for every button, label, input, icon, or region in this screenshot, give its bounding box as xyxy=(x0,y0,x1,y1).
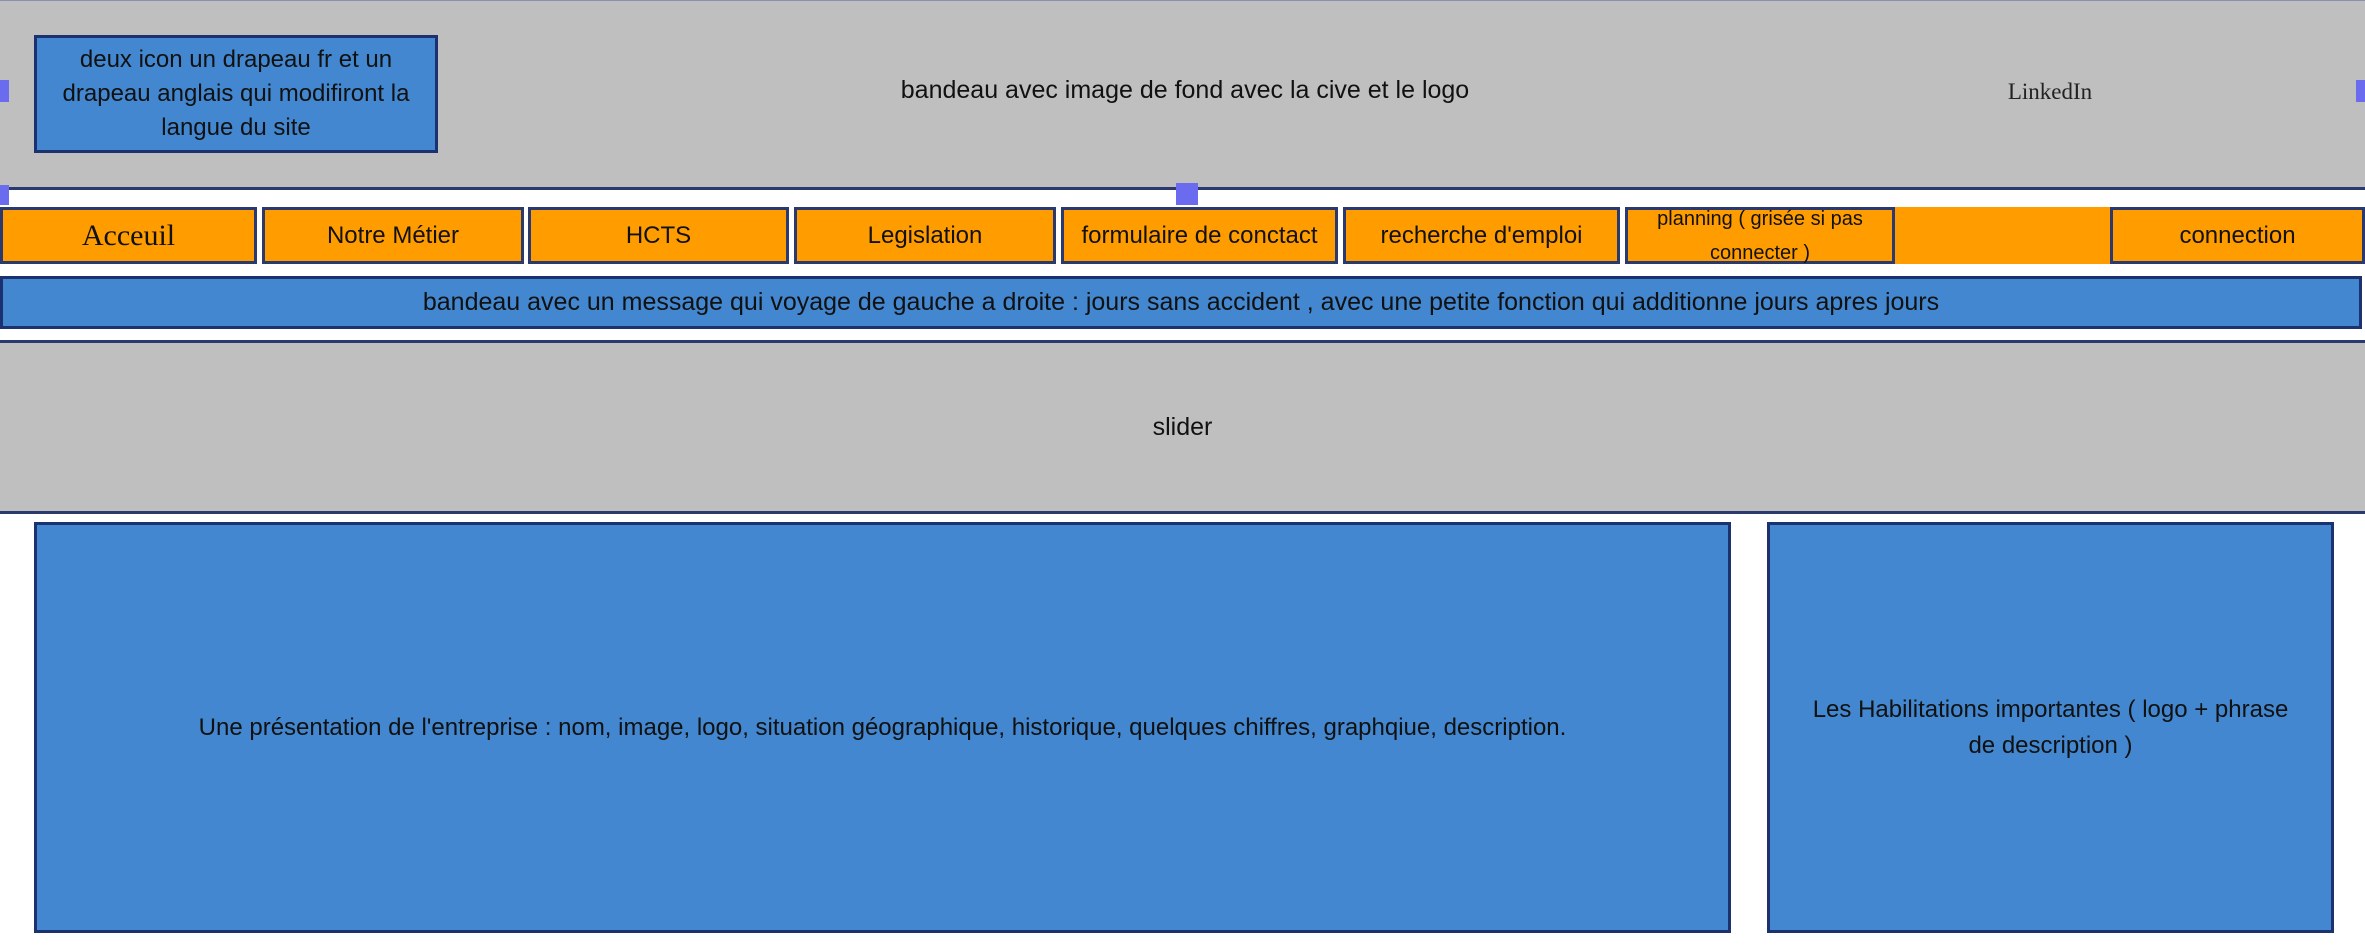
nav-item-job-search[interactable]: recherche d'emploi xyxy=(1343,207,1620,264)
header-title: bandeau avec image de fond avec la cive … xyxy=(900,75,1470,104)
nav-item-connection[interactable]: connection xyxy=(2110,207,2365,264)
image-slider[interactable]: slider xyxy=(0,340,2365,514)
nav-item-hcts[interactable]: HCTS xyxy=(528,207,789,264)
nav-item-contact-form[interactable]: formulaire de conctact xyxy=(1061,207,1338,264)
nav-item-acceuil[interactable]: Acceuil xyxy=(0,207,257,264)
linkedin-link[interactable]: LinkedIn xyxy=(1950,72,2150,112)
resize-handle[interactable] xyxy=(1176,183,1198,205)
resize-handle[interactable] xyxy=(2356,80,2365,102)
habilitations-section: Les Habilitations importantes ( logo + p… xyxy=(1767,522,2334,933)
nav-item-legislation[interactable]: Legislation xyxy=(794,207,1056,264)
language-flags-text: deux icon un drapeau fr et un drapeau an… xyxy=(62,46,410,141)
nav-item-notre-metier[interactable]: Notre Métier xyxy=(262,207,524,264)
nav-item-planning[interactable]: planning ( grisée si pas connecter ) xyxy=(1625,207,1895,264)
company-presentation-section: Une présentation de l'entreprise : nom, … xyxy=(34,522,1731,933)
nav-spacer xyxy=(1895,207,2110,264)
resize-handle[interactable] xyxy=(0,185,9,207)
resize-handle[interactable] xyxy=(0,80,9,102)
slider-label: slider xyxy=(1152,412,1213,441)
language-flags-placeholder[interactable]: deux icon un drapeau fr et un drapeau an… xyxy=(34,35,438,153)
scrolling-message-banner: bandeau avec un message qui voyage de ga… xyxy=(0,276,2362,329)
